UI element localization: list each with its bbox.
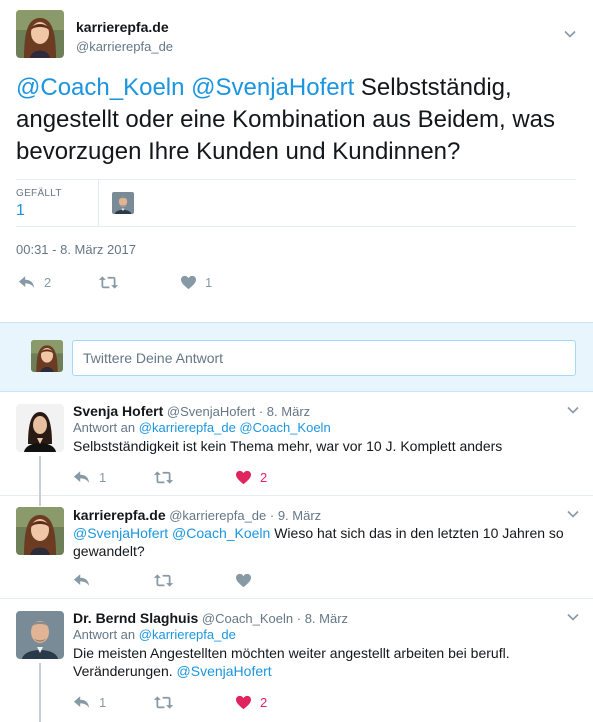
chevron-down-icon[interactable] [567,611,579,623]
tweet-actions: 1 2 [73,692,373,712]
tweet-stats: GEFÄLLT 1 [16,179,576,227]
like-button[interactable] [235,570,252,590]
retweet-icon [153,470,174,485]
retweet-icon [98,275,119,290]
like-count: 2 [260,694,268,710]
retweet-button[interactable] [153,692,174,712]
tweet-body-line: Veränderungen. [73,663,173,679]
like-button[interactable]: 2 [235,692,267,712]
reply-button[interactable]: 1 [73,467,106,487]
reply-header: Svenja Hofert @SvenjaHofert · 8. März [73,403,310,419]
reply-tweet[interactable]: Dr. Bernd Slaghuis @Coach_Koeln · 8. Mär… [0,599,593,722]
chevron-down-icon[interactable] [567,404,579,416]
chevron-down-icon[interactable] [564,28,576,40]
mention-link[interactable]: @SvenjaHofert [177,663,272,679]
author-name[interactable]: karrierepfa.de [76,19,169,35]
author-name[interactable]: Svenja Hofert [73,403,163,419]
retweet-button[interactable] [98,272,119,292]
thread-line [39,496,41,506]
reply-to-mentions[interactable]: @karrierepfa_de @Coach_Koeln [139,420,331,435]
mention-link[interactable]: @SvenjaHofert [191,74,354,101]
avatar [31,340,63,372]
tweet-body-line: Die meisten Angestellten möchten weiter … [73,645,510,661]
reply-tweet[interactable]: karrierepfa.de @karrierepfa_de · 9. März… [0,496,593,599]
mention-link[interactable]: @Coach_Koeln [172,525,270,541]
retweet-icon [153,695,174,710]
reply-count: 2 [44,274,52,290]
divider [98,180,99,226]
author-handle[interactable]: @karrierepfa_de [169,508,266,523]
tweet-actions: 2 1 [16,272,316,292]
reply-icon [18,275,36,290]
reply-icon [73,470,91,485]
reply-composer: Twittere Deine Antwort [0,322,593,392]
reply-button[interactable]: 2 [18,272,51,292]
heart-icon [235,470,252,485]
tweet-date[interactable]: · 8. März [259,404,310,419]
timestamp[interactable]: 00:31 - 8. März 2017 [16,242,136,257]
heart-icon [235,573,252,588]
likes-label: GEFÄLLT [16,188,62,199]
author-handle[interactable]: @SvenjaHofert [167,404,255,419]
tweet-actions [73,570,373,590]
retweet-icon [153,573,174,588]
author-name[interactable]: karrierepfa.de [73,507,166,523]
reply-icon [73,573,91,588]
avatar[interactable] [16,507,64,555]
chevron-down-icon[interactable] [567,508,579,520]
tweet-date[interactable]: · 9. März [270,508,321,523]
heart-icon [235,695,252,710]
reply-to-label: Antwort an [73,420,136,435]
reply-to-mentions[interactable]: @karrierepfa_de [139,627,236,642]
thread-line [39,456,41,496]
author-handle[interactable]: @karrierepfa_de [76,39,173,54]
likes-count[interactable]: 1 [16,202,25,220]
tweet-text: Die meisten Angestellten möchten weiter … [73,644,573,680]
like-count: 1 [205,274,213,290]
liker-avatar[interactable] [112,192,134,214]
thread-line [39,663,41,722]
retweet-button[interactable] [153,467,174,487]
mention-link[interactable]: @Coach_Koeln [16,74,184,101]
reply-tweet[interactable]: Svenja Hofert @SvenjaHofert · 8. März An… [0,392,593,496]
reply-count: 1 [99,694,107,710]
tweet-actions: 1 2 [73,467,373,487]
reply-header: karrierepfa.de @karrierepfa_de · 9. März [73,507,321,523]
reply-to-label: Antwort an [73,627,136,642]
reply-icon [73,695,91,710]
like-button[interactable]: 2 [235,467,267,487]
avatar[interactable] [16,10,64,58]
retweet-button[interactable] [153,570,174,590]
like-button[interactable]: 1 [180,272,212,292]
heart-icon [180,275,197,290]
avatar[interactable] [16,404,64,452]
avatar[interactable] [16,611,64,659]
reply-header: Dr. Bernd Slaghuis @Coach_Koeln · 8. Mär… [73,610,348,626]
reply-input[interactable]: Twittere Deine Antwort [72,340,576,376]
reply-count: 1 [99,469,107,485]
author-name[interactable]: Dr. Bernd Slaghuis [73,610,198,626]
mention-link[interactable]: @SvenjaHofert [73,525,168,541]
like-count: 2 [260,469,268,485]
tweet-date[interactable]: · 8. März [297,611,348,626]
reply-to-line: Antwort an @karrierepfa_de @Coach_Koeln [73,420,331,435]
reply-to-line: Antwort an @karrierepfa_de [73,627,236,642]
tweet-text: @SvenjaHofert @Coach_Koeln Wieso hat sic… [73,524,578,560]
main-tweet: karrierepfa.de @karrierepfa_de @Coach_Ko… [0,0,593,322]
tweet-text: @Coach_Koeln @SvenjaHofert Selbstständig… [16,72,581,168]
tweet-text: Selbstständigkeit ist kein Thema mehr, w… [73,438,503,454]
author-handle[interactable]: @Coach_Koeln [202,611,293,626]
reply-button[interactable] [73,570,91,590]
reply-button[interactable]: 1 [73,692,106,712]
